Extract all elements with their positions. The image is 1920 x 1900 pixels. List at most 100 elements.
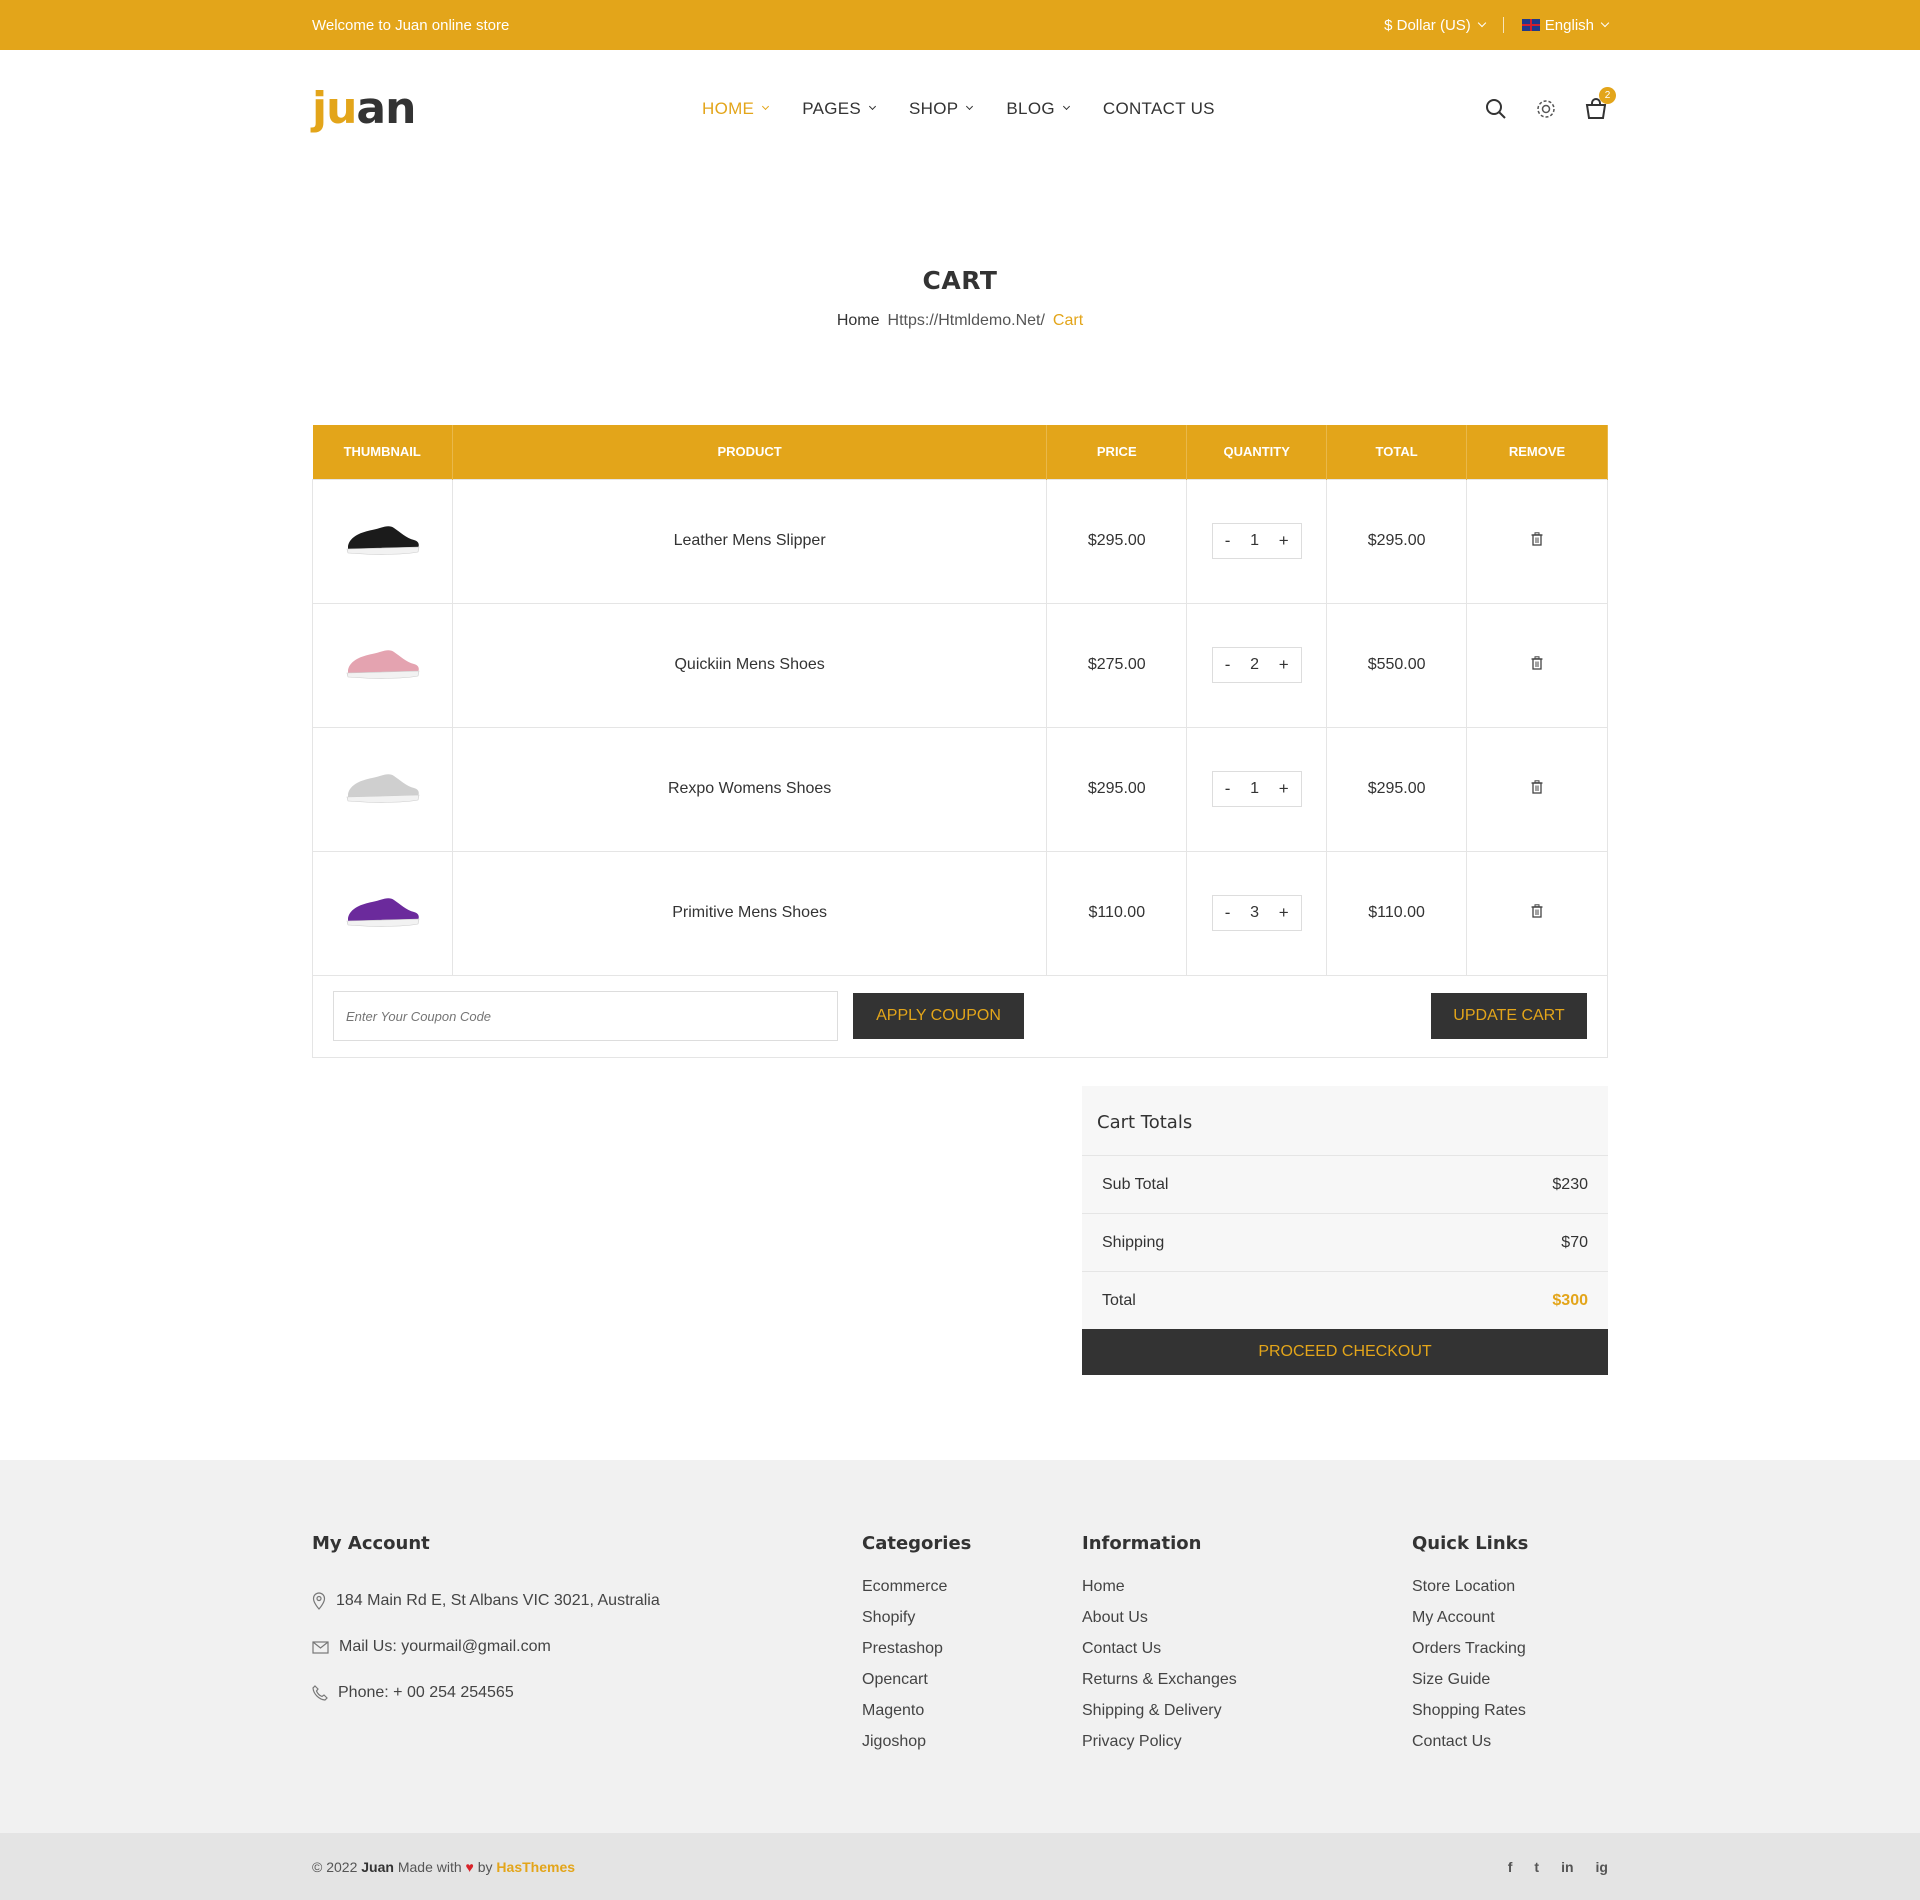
cart-row: Leather Mens Slipper $295.00 - 1 + $295.… (312, 478, 1608, 604)
nav-shop[interactable]: SHOP (909, 99, 974, 119)
gear-icon[interactable] (1534, 97, 1558, 121)
increment-button[interactable]: + (1279, 779, 1289, 799)
product-price: $275.00 (1046, 602, 1188, 728)
footer-link[interactable]: Jigoshop (862, 1733, 971, 1764)
quantity-value[interactable]: 1 (1250, 532, 1259, 550)
twitter-icon[interactable]: t (1534, 1859, 1539, 1875)
thumbnail-cell (312, 726, 453, 852)
product-name[interactable]: Leather Mens Slipper (451, 478, 1048, 604)
quantity-stepper[interactable]: - 3 + (1211, 895, 1302, 931)
main-nav: HOME PAGES SHOP BLOG CONTACT US (702, 99, 1215, 119)
footer-link[interactable]: Prestashop (862, 1640, 971, 1671)
logo[interactable]: juan (312, 83, 702, 134)
footer-link[interactable]: Shopify (862, 1609, 971, 1640)
col-quantity: QUANTITY (1186, 425, 1328, 479)
footer-link[interactable]: Privacy Policy (1082, 1733, 1237, 1764)
trash-icon[interactable] (1531, 531, 1543, 551)
thumbnail-cell (312, 850, 453, 976)
footer-link[interactable]: Shopping Rates (1412, 1702, 1528, 1733)
footer-link[interactable]: Returns & Exchanges (1082, 1671, 1237, 1702)
trash-icon[interactable] (1531, 903, 1543, 923)
subtotal-value: $230 (1552, 1175, 1588, 1193)
apply-coupon-button[interactable]: APPLY COUPON (853, 993, 1024, 1039)
footer-link[interactable]: My Account (1412, 1609, 1528, 1640)
instagram-icon[interactable]: ig (1596, 1859, 1608, 1875)
currency-dropdown[interactable]: $ Dollar (US) (1384, 17, 1487, 34)
remove-cell (1466, 478, 1608, 604)
product-thumbnail[interactable] (342, 762, 422, 812)
proceed-checkout-button[interactable]: PROCEED CHECKOUT (1082, 1329, 1608, 1375)
quantity-value[interactable]: 1 (1250, 780, 1259, 798)
footer-link[interactable]: Store Location (1412, 1578, 1528, 1609)
increment-button[interactable]: + (1279, 531, 1289, 551)
breadcrumb: Home Https://Htmldemo.Net/ Cart (0, 312, 1920, 330)
col-thumbnail: THUMBNAIL (312, 425, 453, 479)
address-item: 184 Main Rd E, St Albans VIC 3021, Austr… (312, 1578, 660, 1624)
nav-contact[interactable]: CONTACT US (1103, 99, 1215, 119)
author-link[interactable]: HasThemes (496, 1859, 575, 1875)
breadcrumb-current: Cart (1052, 312, 1084, 329)
footer-link[interactable]: Ecommerce (862, 1578, 971, 1609)
footer-quicklinks: Quick Links Store Location My Account Or… (1412, 1533, 1528, 1764)
increment-button[interactable]: + (1279, 655, 1289, 675)
remove-cell (1466, 602, 1608, 728)
copyright-bar: © 2022 Juan Made with ♥ by HasThemes f t… (0, 1833, 1920, 1900)
breadcrumb-mid[interactable]: Https://Htmldemo.Net/ (888, 312, 1045, 330)
total-value: $300 (1552, 1291, 1588, 1309)
social-links: f t in ig (1508, 1859, 1608, 1875)
search-icon[interactable] (1484, 97, 1508, 121)
update-cart-button[interactable]: UPDATE CART (1431, 993, 1587, 1039)
product-name[interactable]: Rexpo Womens Shoes (451, 726, 1048, 852)
facebook-icon[interactable]: f (1508, 1859, 1513, 1875)
footer: My Account 184 Main Rd E, St Albans VIC … (0, 1460, 1920, 1833)
coupon-input[interactable] (333, 991, 838, 1041)
phone-icon (312, 1685, 328, 1701)
trash-icon[interactable] (1531, 779, 1543, 799)
thumbnail-cell (312, 602, 453, 728)
decrement-button[interactable]: - (1225, 531, 1231, 551)
linkedin-icon[interactable]: in (1561, 1859, 1573, 1875)
trash-icon[interactable] (1531, 655, 1543, 675)
cart-row: Quickiin Mens Shoes $275.00 - 2 + $550.0… (312, 602, 1608, 728)
quantity-stepper[interactable]: - 2 + (1211, 647, 1302, 683)
footer-link[interactable]: Magento (862, 1702, 971, 1733)
product-thumbnail[interactable] (342, 886, 422, 936)
footer-link[interactable]: Shipping & Delivery (1082, 1702, 1237, 1733)
mail-icon (312, 1640, 329, 1654)
footer-link[interactable]: Home (1082, 1578, 1237, 1609)
product-thumbnail[interactable] (342, 514, 422, 564)
footer-link[interactable]: Size Guide (1412, 1671, 1528, 1702)
footer-link[interactable]: Opencart (862, 1671, 971, 1702)
col-product: PRODUCT (452, 425, 1048, 479)
quantity-value[interactable]: 3 (1250, 904, 1259, 922)
footer-link[interactable]: About Us (1082, 1609, 1237, 1640)
nav-home[interactable]: HOME (702, 99, 770, 119)
product-thumbnail[interactable] (342, 638, 422, 688)
shipping-value: $70 (1561, 1233, 1588, 1251)
thumbnail-cell (312, 478, 453, 604)
decrement-button[interactable]: - (1225, 903, 1231, 923)
decrement-button[interactable]: - (1225, 779, 1231, 799)
product-name[interactable]: Quickiin Mens Shoes (451, 602, 1048, 728)
increment-button[interactable]: + (1279, 903, 1289, 923)
nav-blog[interactable]: BLOG (1006, 99, 1070, 119)
cart-row: Rexpo Womens Shoes $295.00 - 1 + $295.00 (312, 726, 1608, 852)
quantity-cell: - 1 + (1186, 478, 1328, 604)
footer-link[interactable]: Contact Us (1412, 1733, 1528, 1764)
quantity-cell: - 3 + (1186, 850, 1328, 976)
decrement-button[interactable]: - (1225, 655, 1231, 675)
chevron-down-icon (966, 102, 974, 111)
quantity-value[interactable]: 2 (1250, 656, 1259, 674)
quantity-stepper[interactable]: - 1 + (1211, 523, 1302, 559)
shipping-label: Shipping (1102, 1233, 1165, 1251)
language-dropdown[interactable]: English (1521, 17, 1610, 34)
footer-categories: Categories Ecommerce Shopify Prestashop … (862, 1533, 971, 1764)
quantity-stepper[interactable]: - 1 + (1211, 771, 1302, 807)
cart-icon[interactable]: 2 (1584, 86, 1616, 121)
footer-link[interactable]: Contact Us (1082, 1640, 1237, 1671)
nav-pages[interactable]: PAGES (802, 99, 877, 119)
chevron-down-icon (1600, 18, 1610, 28)
breadcrumb-home[interactable]: Home (837, 312, 880, 330)
footer-link[interactable]: Orders Tracking (1412, 1640, 1528, 1671)
product-name[interactable]: Primitive Mens Shoes (451, 850, 1048, 976)
